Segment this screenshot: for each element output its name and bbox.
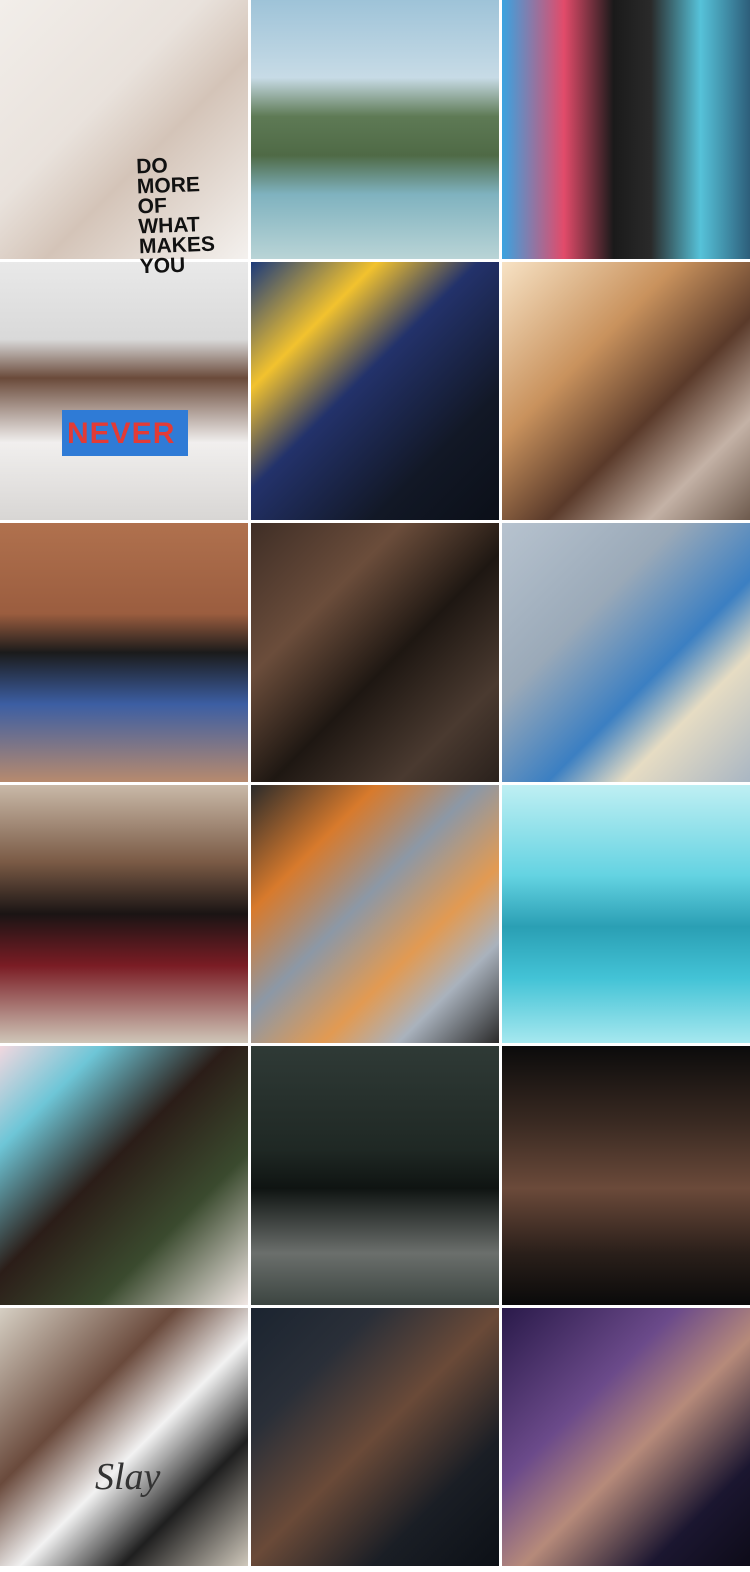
- photo-tile-group-women-couch[interactable]: [0, 784, 248, 1043]
- photo-grid: [0, 0, 750, 1572]
- photo-tile-macarons-tray[interactable]: [251, 784, 499, 1043]
- photo-tile-woman-sunglasses-purple[interactable]: [502, 1307, 750, 1566]
- photo-tile-woman-red-afro-sunlight[interactable]: [502, 261, 750, 520]
- photo-tile-woman-afro-grey-sweater[interactable]: [251, 1046, 499, 1305]
- photo-tile-tattooed-man-skateboard[interactable]: [502, 1046, 750, 1305]
- photo-tile-island-longtail-boat[interactable]: [251, 0, 499, 259]
- photo-tile-woman-black-hat-graffiti[interactable]: [502, 0, 750, 259]
- shirt-text: NEVER: [67, 417, 176, 450]
- quote-print-text: DO MORE OF WHAT MAKES YOU: [135, 154, 216, 279]
- slay-shirt-text: Slay: [95, 1456, 161, 1498]
- photo-tile-woman-round-glasses-sign[interactable]: [251, 261, 499, 520]
- photo-tile-woman-slay-shirt-bars[interactable]: [0, 1307, 248, 1566]
- photo-tile-curly-hair-never-shirt[interactable]: [0, 261, 248, 520]
- photo-tile-mother-kissing-child[interactable]: [0, 1046, 248, 1305]
- photo-tile-woman-laughing-dark[interactable]: [251, 1307, 499, 1566]
- photo-tile-two-women-smiling[interactable]: [251, 523, 499, 782]
- photo-tile-woman-sitting-sun-fence[interactable]: [0, 523, 248, 782]
- photo-tile-man-hat-phone-overhead[interactable]: [502, 523, 750, 782]
- photo-tile-woman-underwater-cyan[interactable]: [502, 784, 750, 1043]
